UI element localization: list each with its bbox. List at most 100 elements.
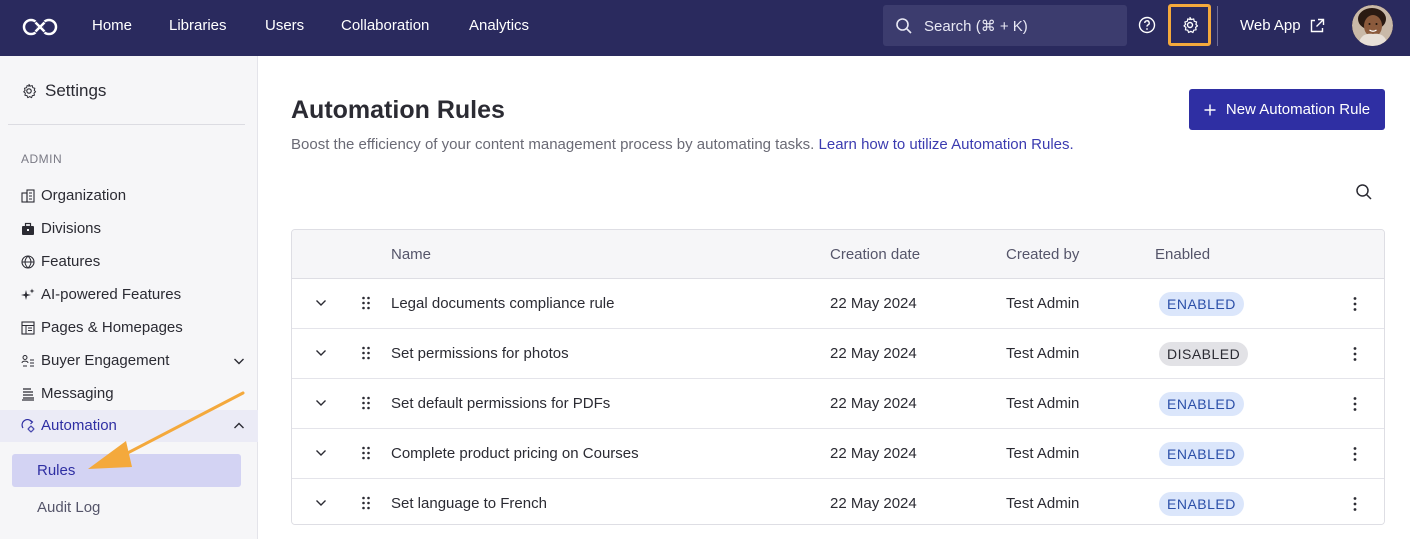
drag-handle-icon[interactable]: [361, 345, 371, 361]
sidebar-item-automation[interactable]: Automation: [21, 417, 246, 434]
sidebar-item-label: Automation: [41, 417, 117, 434]
sidebar-subitem-audit-log[interactable]: Audit Log: [12, 491, 241, 524]
web-app-label: Web App: [1240, 17, 1301, 34]
automation-rules-table: Name Creation date Created by Enabled Le…: [291, 229, 1385, 525]
created-by: Test Admin: [1006, 445, 1080, 462]
sidebar-item-buyer-engagement[interactable]: Buyer Engagement: [21, 352, 246, 369]
rule-name: Complete product pricing on Courses: [391, 445, 639, 462]
building-icon: [21, 188, 35, 203]
sidebar-item-ai-features[interactable]: AI-powered Features: [21, 286, 246, 303]
sidebar-item-label: AI-powered Features: [41, 286, 182, 303]
user-avatar[interactable]: [1352, 5, 1393, 46]
creation-date: 22 May 2024: [830, 295, 917, 312]
gear-icon: [1182, 16, 1198, 34]
more-options-icon[interactable]: [1350, 495, 1360, 513]
sidebar-item-features[interactable]: Features: [21, 253, 246, 270]
column-header-creation-date[interactable]: Creation date: [830, 246, 920, 263]
chevron-down-icon[interactable]: [314, 496, 328, 510]
automation-icon: [21, 418, 35, 432]
brand-logo-icon[interactable]: [22, 14, 58, 40]
table-row[interactable]: Legal documents compliance rule 22 May 2…: [292, 279, 1384, 329]
sidebar-item-organization[interactable]: Organization: [21, 187, 246, 204]
more-options-icon[interactable]: [1350, 295, 1360, 313]
sidebar-item-label: Pages & Homepages: [41, 319, 183, 336]
table-row[interactable]: Set language to French 22 May 2024 Test …: [292, 479, 1384, 524]
rule-name: Legal documents compliance rule: [391, 295, 615, 312]
created-by: Test Admin: [1006, 495, 1080, 512]
nav-users[interactable]: Users: [265, 17, 304, 35]
status-badge: ENABLED: [1159, 292, 1244, 316]
table-row[interactable]: Complete product pricing on Courses 22 M…: [292, 429, 1384, 479]
column-header-name[interactable]: Name: [391, 246, 431, 263]
topbar-divider: [1217, 6, 1218, 46]
external-link-icon: [1310, 18, 1324, 32]
sidebar-item-label: Buyer Engagement: [41, 352, 170, 369]
creation-date: 22 May 2024: [830, 395, 917, 412]
nav-collaboration[interactable]: Collaboration: [341, 17, 429, 35]
table-header: Name Creation date Created by Enabled: [292, 230, 1384, 279]
new-automation-rule-button[interactable]: New Automation Rule: [1189, 89, 1385, 130]
nav-analytics[interactable]: Analytics: [469, 17, 529, 35]
drag-handle-icon[interactable]: [361, 445, 371, 461]
chevron-down-icon[interactable]: [314, 396, 328, 410]
chevron-down-icon[interactable]: [232, 354, 246, 368]
rule-name: Set permissions for photos: [391, 345, 569, 362]
chevron-down-icon[interactable]: [314, 446, 328, 460]
engagement-icon: [21, 354, 34, 366]
created-by: Test Admin: [1006, 395, 1080, 412]
page-description: Boost the efficiency of your content man…: [291, 136, 1074, 153]
table-row[interactable]: Set default permissions for PDFs 22 May …: [292, 379, 1384, 429]
top-nav-bar: Home Libraries Users Collaboration Analy…: [0, 0, 1410, 56]
rule-name: Set language to French: [391, 495, 547, 512]
globe-icon: [21, 254, 35, 269]
column-header-enabled[interactable]: Enabled: [1155, 246, 1210, 263]
chevron-down-icon[interactable]: [314, 296, 328, 310]
chevron-down-icon[interactable]: [314, 346, 328, 360]
sidebar-item-label: Organization: [41, 187, 127, 204]
status-badge: ENABLED: [1159, 492, 1244, 516]
sidebar-subitem-rules[interactable]: Rules: [12, 454, 241, 487]
sidebar-subitem-label: Audit Log: [37, 499, 101, 516]
drag-handle-icon[interactable]: [361, 495, 371, 511]
web-app-link[interactable]: Web App: [1240, 17, 1325, 34]
creation-date: 22 May 2024: [830, 345, 917, 362]
status-badge: DISABLED: [1159, 342, 1249, 366]
created-by: Test Admin: [1006, 295, 1080, 312]
messaging-icon: [22, 387, 34, 401]
search-placeholder: Search (⌘ + K): [924, 17, 1028, 35]
more-options-icon[interactable]: [1350, 345, 1360, 363]
avatar-portrait-icon: [1352, 5, 1393, 46]
sidebar-item-pages[interactable]: Pages & Homepages: [21, 319, 246, 336]
sidebar-item-messaging[interactable]: Messaging: [21, 385, 246, 402]
global-search-input[interactable]: Search (⌘ + K): [883, 5, 1127, 46]
nav-libraries[interactable]: Libraries: [169, 17, 227, 35]
more-options-icon[interactable]: [1350, 395, 1360, 413]
creation-date: 22 May 2024: [830, 495, 917, 512]
settings-button[interactable]: [1168, 4, 1211, 46]
status-badge: ENABLED: [1159, 392, 1244, 416]
help-icon[interactable]: [1138, 16, 1156, 34]
drag-handle-icon[interactable]: [361, 395, 371, 411]
more-options-icon[interactable]: [1350, 445, 1360, 463]
plus-icon: [1204, 104, 1216, 115]
gear-icon: [23, 83, 37, 99]
sparkle-icon: [21, 288, 35, 300]
creation-date: 22 May 2024: [830, 445, 917, 462]
drag-handle-icon[interactable]: [361, 295, 371, 311]
sidebar-divider: [8, 124, 245, 125]
table-row[interactable]: Set permissions for photos 22 May 2024 T…: [292, 329, 1384, 379]
page-title: Automation Rules: [291, 96, 505, 124]
sidebar-item-label: Features: [41, 253, 101, 270]
chevron-up-icon[interactable]: [232, 419, 246, 433]
layout-icon: [21, 320, 35, 335]
table-search-icon[interactable]: [1355, 183, 1373, 201]
nav-home[interactable]: Home: [92, 17, 132, 35]
sidebar-item-divisions[interactable]: Divisions: [21, 220, 246, 237]
briefcase-icon: [22, 222, 34, 235]
status-badge: ENABLED: [1159, 442, 1244, 466]
learn-more-link[interactable]: Learn how to utilize Automation Rules.: [819, 136, 1074, 153]
sidebar-item-label: Divisions: [41, 220, 102, 237]
sidebar-subitem-label: Rules: [37, 462, 76, 479]
sidebar-item-label: Messaging: [41, 385, 114, 402]
column-header-created-by[interactable]: Created by: [1006, 246, 1079, 263]
